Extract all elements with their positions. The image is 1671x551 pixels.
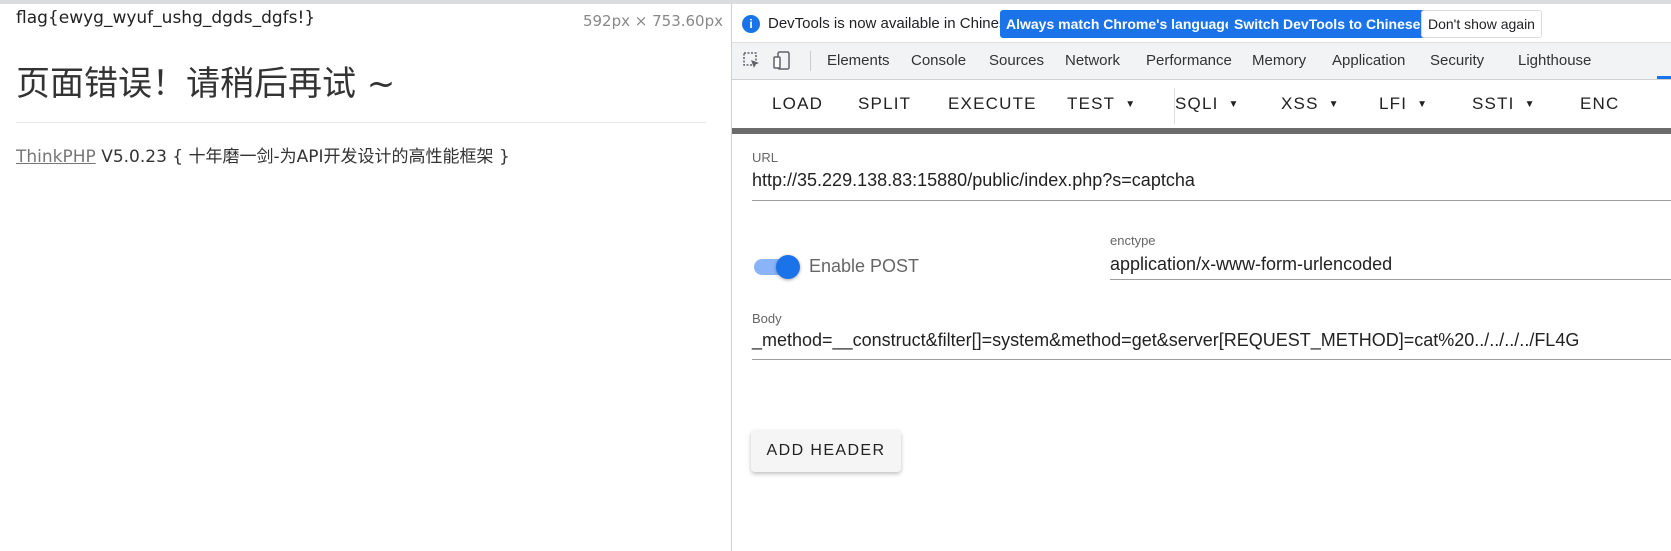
active-tab-indicator bbox=[1657, 76, 1671, 79]
device-toolbar-icon[interactable] bbox=[772, 51, 792, 71]
caret-down-icon: ▼ bbox=[1417, 99, 1429, 111]
enc-menu-button[interactable]: ENC bbox=[1580, 94, 1620, 114]
split-button[interactable]: SPLIT bbox=[858, 94, 911, 114]
info-icon: i bbox=[742, 15, 760, 33]
dont-show-again-button[interactable]: Don't show again bbox=[1421, 10, 1542, 38]
ssti-label: SSTI bbox=[1472, 94, 1515, 113]
error-title: 页面错误！请稍后再试 ~ bbox=[16, 64, 396, 104]
test-label: TEST bbox=[1067, 94, 1116, 113]
tab-network[interactable]: Network bbox=[1065, 52, 1120, 69]
ssti-menu-button[interactable]: SSTI ▼ bbox=[1472, 94, 1536, 114]
tab-memory[interactable]: Memory bbox=[1252, 52, 1306, 69]
lfi-label: LFI bbox=[1379, 94, 1408, 113]
enable-post-label: Enable POST bbox=[809, 256, 920, 276]
xss-label: XSS bbox=[1281, 94, 1319, 113]
framework-version-text: V5.0.23 { 十年磨一剑-为API开发设计的高性能框架 } bbox=[95, 147, 510, 167]
load-label: LOAD bbox=[772, 94, 824, 113]
tab-performance[interactable]: Performance bbox=[1146, 52, 1232, 69]
flag-text: flag{ewyg_wyuf_ushg_dgds_dgfs!} bbox=[16, 8, 316, 28]
toolbar-bottom-rule bbox=[732, 128, 1671, 134]
body-input[interactable]: _method=__construct&filter[]=system&meth… bbox=[752, 330, 1579, 351]
execute-button[interactable]: EXECUTE bbox=[948, 94, 1037, 114]
page-viewport: flag{ewyg_wyuf_ushg_dgds_dgfs!} 592px × … bbox=[0, 4, 731, 551]
test-menu-button[interactable]: TEST ▼ bbox=[1067, 94, 1136, 114]
xss-menu-button[interactable]: XSS ▼ bbox=[1281, 94, 1340, 114]
enctype-label: enctype bbox=[1110, 233, 1156, 248]
divider bbox=[16, 122, 706, 123]
viewport-dimensions: 592px × 753.60px bbox=[582, 12, 723, 30]
url-input-underline bbox=[752, 200, 1671, 201]
enctype-underline bbox=[1110, 279, 1671, 280]
enc-label: ENC bbox=[1580, 94, 1620, 113]
body-input-underline bbox=[752, 359, 1671, 360]
caret-down-icon: ▼ bbox=[1125, 99, 1137, 111]
tab-application[interactable]: Application bbox=[1332, 52, 1405, 69]
enctype-select[interactable]: application/x-www-form-urlencoded bbox=[1110, 254, 1392, 275]
caret-down-icon: ▼ bbox=[1328, 99, 1340, 111]
sqli-menu-button[interactable]: SQLI ▼ bbox=[1175, 94, 1240, 114]
url-label: URL bbox=[752, 150, 779, 165]
tab-lighthouse[interactable]: Lighthouse bbox=[1518, 52, 1591, 69]
devtools-panel: i DevTools is now available in Chinese! … bbox=[732, 4, 1671, 551]
url-input[interactable]: http://35.229.138.83:15880/public/index.… bbox=[752, 170, 1195, 191]
tab-sources[interactable]: Sources bbox=[989, 52, 1044, 69]
switch-to-chinese-button[interactable]: Switch DevTools to Chinese bbox=[1228, 10, 1427, 38]
tabbar-separator bbox=[810, 51, 811, 71]
toggle-knob[interactable] bbox=[776, 255, 800, 279]
body-label: Body bbox=[752, 311, 782, 326]
split-label: SPLIT bbox=[858, 94, 912, 113]
add-header-button[interactable]: ADD HEADER bbox=[751, 430, 901, 472]
tab-console[interactable]: Console bbox=[911, 52, 966, 69]
caret-down-icon: ▼ bbox=[1524, 99, 1536, 111]
infobar-message: DevTools is now available in Chinese! bbox=[768, 15, 1019, 32]
lfi-menu-button[interactable]: LFI ▼ bbox=[1379, 94, 1428, 114]
sqli-label: SQLI bbox=[1175, 94, 1219, 113]
tab-elements[interactable]: Elements bbox=[827, 52, 890, 69]
load-button[interactable]: LOAD bbox=[772, 94, 823, 114]
thinkphp-link[interactable]: ThinkPHP bbox=[16, 147, 96, 167]
hackbar-toolbar: LOAD SPLIT EXECUTE TEST ▼ SQLI ▼ XSS ▼ LFI ▼… bbox=[732, 80, 1671, 128]
language-infobar: i DevTools is now available in Chinese! … bbox=[732, 4, 1671, 43]
tab-security[interactable]: Security bbox=[1430, 52, 1484, 69]
framework-footer: ThinkPHP V5.0.23 { 十年磨一剑-为API开发设计的高性能框架 … bbox=[16, 142, 510, 167]
always-match-language-button[interactable]: Always match Chrome's language bbox=[1000, 10, 1239, 38]
caret-down-icon: ▼ bbox=[1228, 99, 1240, 111]
inspect-element-icon[interactable] bbox=[742, 51, 762, 71]
devtools-tabbar: Elements Console Sources Network Perform… bbox=[732, 43, 1671, 80]
execute-label: EXECUTE bbox=[948, 94, 1037, 113]
